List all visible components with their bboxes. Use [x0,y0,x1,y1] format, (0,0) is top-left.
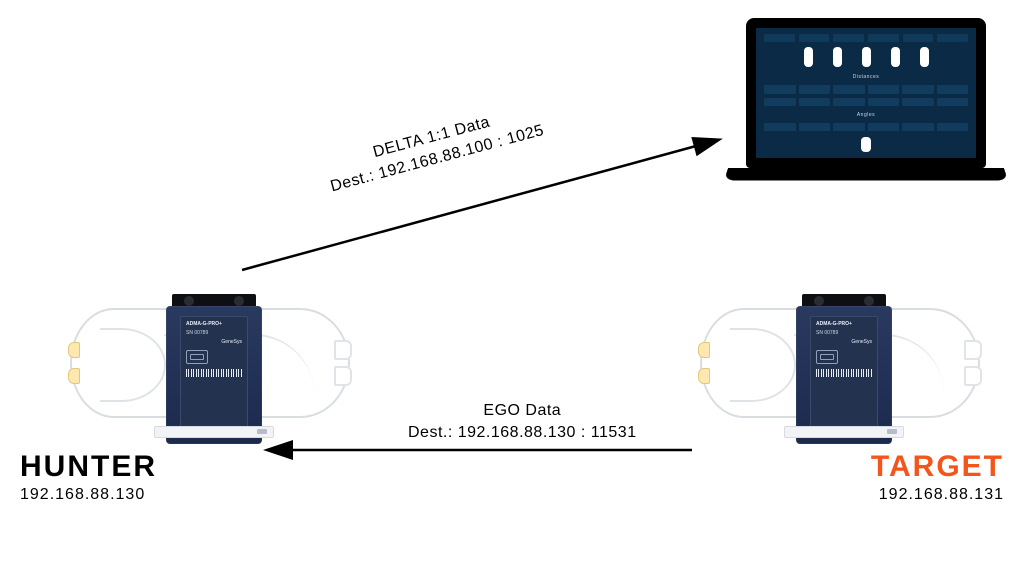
device-serial: SN 00789 [186,330,242,336]
vehicle-target: ADMA-G-PRO+ SN 00789 GeneSys [700,270,980,450]
laptop-screen: Distances Angles [746,18,986,168]
laptop-tabs [764,34,968,42]
laptop-indicators-top [764,47,968,67]
caption-delta: DELTA 1:1 Data Dest.: 192.168.88.100 : 1… [322,99,546,198]
ego-dest: Dest.: 192.168.88.130 : 11531 [408,422,637,444]
gnss-device-hunter: ADMA-G-PRO+ SN 00789 GeneSys [166,294,262,444]
laptop-distances-row2 [764,98,968,106]
device-model: ADMA-G-PRO+ [816,321,872,327]
node-label-hunter: HUNTER 192.168.88.130 [20,450,157,504]
device-port-icon [816,350,838,364]
network-diagram: Distances Angles DELTA 1:1 Data Dest.: 1… [0,0,1024,576]
device-barcode-icon [816,369,872,377]
target-name: TARGET [871,450,1004,484]
device-brand: GeneSys [186,339,242,345]
ego-title: EGO Data [408,400,637,422]
device-label-hunter: ADMA-G-PRO+ SN 00789 GeneSys [180,316,248,430]
laptop-angles-row [764,123,968,131]
device-mount [154,426,274,438]
laptop-distances-row1 [764,85,968,93]
target-ip: 192.168.88.131 [871,486,1004,504]
hunter-ip: 192.168.88.130 [20,486,157,504]
gnss-device-target: ADMA-G-PRO+ SN 00789 GeneSys [796,294,892,444]
device-serial: SN 00789 [816,330,872,336]
hunter-name: HUNTER [20,450,157,484]
device-port-icon [186,350,208,364]
device-label-target: ADMA-G-PRO+ SN 00789 GeneSys [810,316,878,430]
laptop-section-angles: Angles [764,112,968,118]
laptop-section-distances: Distances [764,74,968,80]
node-label-target: TARGET 192.168.88.131 [871,450,1004,504]
caption-ego: EGO Data Dest.: 192.168.88.130 : 11531 [408,400,637,443]
laptop-indicator-bottom [861,137,871,152]
laptop-base [724,168,1008,180]
vehicle-hunter: ADMA-G-PRO+ SN 00789 GeneSys [70,270,350,450]
laptop: Distances Angles [726,18,1006,208]
device-barcode-icon [186,369,242,377]
device-brand: GeneSys [816,339,872,345]
device-model: ADMA-G-PRO+ [186,321,242,327]
device-mount [784,426,904,438]
